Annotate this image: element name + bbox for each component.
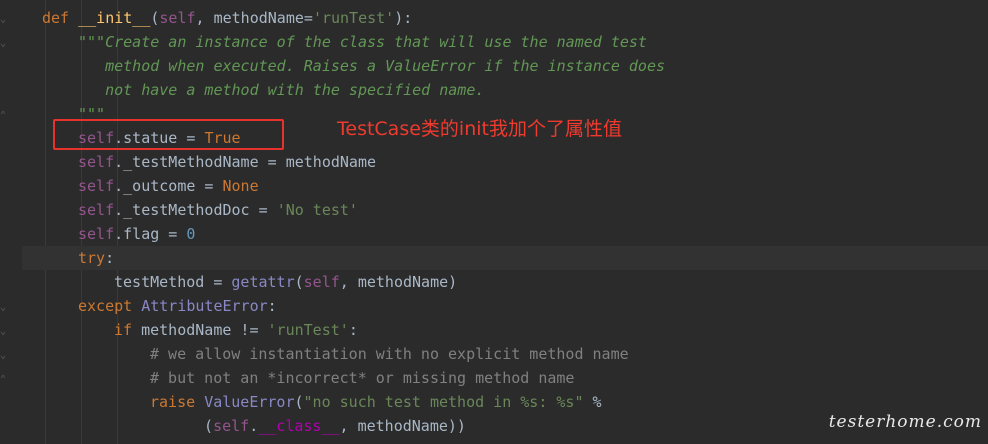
code-line[interactable]: # we allow instantiation with no explici… xyxy=(150,342,629,366)
code-line[interactable]: # but not an *incorrect* or missing meth… xyxy=(150,366,574,390)
code-token: 'runTest' xyxy=(267,321,349,339)
code-token: # but not an *incorrect* or missing meth… xyxy=(150,369,575,387)
code-token: 'runTest' xyxy=(312,9,395,27)
code-token: : xyxy=(267,297,277,315)
code-token: self xyxy=(159,9,196,27)
code-line[interactable]: method when executed. Raises a ValueErro… xyxy=(78,54,665,78)
code-token: ._outcome = xyxy=(114,177,223,195)
code-line[interactable]: self._testMethodDoc = 'No test' xyxy=(78,198,358,222)
code-token: % xyxy=(583,393,602,411)
code-line[interactable]: (self.__class__, methodName)) xyxy=(186,414,466,438)
fold-marker-icon[interactable]: ⌄ xyxy=(0,38,10,50)
code-token: . xyxy=(249,417,259,435)
code-token: None xyxy=(222,177,259,195)
code-line[interactable]: self._testMethodName = methodName xyxy=(78,150,376,174)
code-token: self xyxy=(78,153,115,171)
code-token: try xyxy=(78,249,106,267)
code-token: __class__ xyxy=(258,417,340,435)
code-token: 'No test' xyxy=(276,201,358,219)
annotation-text: TestCase类的init我加个了属性值 xyxy=(337,118,622,140)
code-line[interactable]: raise ValueError("no such test method in… xyxy=(150,390,602,414)
code-token: ._testMethodDoc = xyxy=(114,201,277,219)
code-token: raise xyxy=(150,393,205,411)
code-token: self xyxy=(213,417,250,435)
code-token: # we allow instantiation with no explici… xyxy=(150,345,629,363)
code-token: , methodName) xyxy=(339,273,458,291)
code-token: ( xyxy=(186,417,214,435)
code-token: methodName != xyxy=(141,321,268,339)
code-line[interactable]: except AttributeError: xyxy=(78,294,277,318)
code-token: self xyxy=(78,177,115,195)
current-line-highlight xyxy=(22,246,988,270)
code-token: 0 xyxy=(186,225,196,243)
fold-marker-icon[interactable]: ⌄ xyxy=(0,326,10,338)
code-token: ._testMethodName = methodName xyxy=(114,153,377,171)
code-token: , methodName= xyxy=(195,9,313,27)
code-token: self xyxy=(78,225,115,243)
code-token: method when executed. Raises a ValueErro… xyxy=(78,57,665,75)
code-line[interactable]: try: xyxy=(78,246,114,270)
code-token: : xyxy=(348,321,358,339)
code-token: ( xyxy=(294,273,304,291)
code-token: not have a method with the specified nam… xyxy=(78,81,485,99)
fold-marker-icon[interactable]: ⌄ xyxy=(0,14,10,26)
code-token: getattr xyxy=(231,273,295,291)
code-line[interactable]: def __init__(self, methodName='runTest')… xyxy=(42,6,412,30)
code-token: ValueError xyxy=(204,393,295,411)
code-token: ( xyxy=(294,393,304,411)
indent-guide xyxy=(45,0,46,444)
fold-marker-icon[interactable]: ⌃ xyxy=(0,374,10,386)
code-token: self xyxy=(78,201,115,219)
code-line[interactable]: """Create an instance of the class that … xyxy=(78,30,647,54)
watermark: testerhome.com xyxy=(828,412,982,432)
code-token: testMethod = xyxy=(114,273,232,291)
code-token: , methodName)) xyxy=(339,417,466,435)
code-token: def xyxy=(42,9,79,27)
fold-marker-icon[interactable]: ⌃ xyxy=(0,110,10,122)
code-token: : xyxy=(105,249,115,267)
code-token: .flag = xyxy=(114,225,187,243)
code-token: except xyxy=(78,297,142,315)
code-token: AttributeError xyxy=(141,297,268,315)
code-token: "no such test method in %s: %s" xyxy=(303,393,584,411)
code-line[interactable]: if methodName != 'runTest': xyxy=(114,318,358,342)
highlight-box xyxy=(53,119,284,150)
editor-gutter: ⌄ ⌄ ⌃ ⌄ ⌄ ⌄ ⌃ xyxy=(0,0,22,444)
code-token: ): xyxy=(394,9,413,27)
code-token: __init__ xyxy=(78,9,151,27)
fold-marker-icon[interactable]: ⌄ xyxy=(0,302,10,314)
code-token: if xyxy=(114,321,142,339)
code-line[interactable]: self.flag = 0 xyxy=(78,222,195,246)
fold-marker-icon[interactable]: ⌄ xyxy=(0,350,10,362)
code-token: """Create an instance of the class that … xyxy=(78,33,647,51)
code-token: self xyxy=(303,273,340,291)
code-line[interactable]: not have a method with the specified nam… xyxy=(78,78,484,102)
code-line[interactable]: testMethod = getattr(self, methodName) xyxy=(114,270,457,294)
code-line[interactable]: self._outcome = None xyxy=(78,174,259,198)
